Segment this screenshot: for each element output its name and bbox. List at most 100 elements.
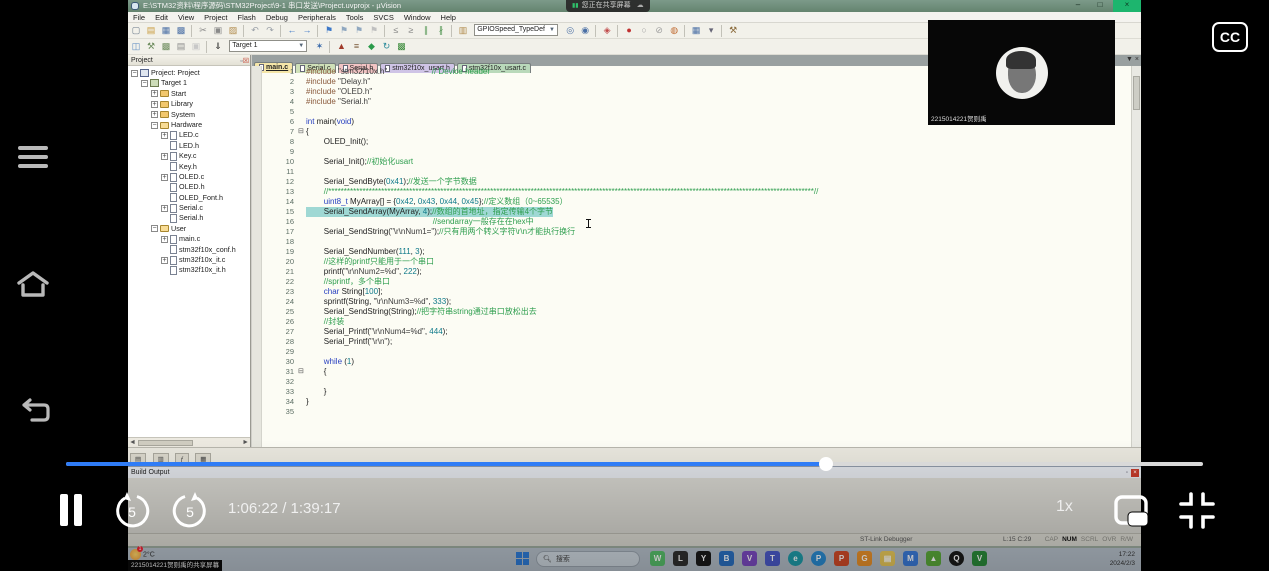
- breakpoint-kill-icon[interactable]: ⊘: [652, 24, 666, 37]
- code-line-30[interactable]: 30 while (1): [252, 357, 1131, 367]
- expander-icon[interactable]: +: [151, 101, 158, 108]
- project-hscrollbar[interactable]: ◄ ►: [128, 437, 250, 447]
- configure-wrench-icon[interactable]: ⚒: [726, 24, 740, 37]
- save-all-icon[interactable]: ▩: [174, 24, 188, 37]
- sharing-banner[interactable]: ▮▮您正在共享屏幕☁: [566, 0, 650, 12]
- tree-item-target-1[interactable]: −Target 1: [128, 78, 250, 88]
- app-y-icon[interactable]: Y: [696, 551, 711, 566]
- tree-item-user[interactable]: −User: [128, 224, 250, 234]
- cc-button[interactable]: CC: [1212, 22, 1248, 52]
- code-line-34[interactable]: 34}: [252, 397, 1131, 407]
- symbol-dropdown[interactable]: GPIOSpeed_TypeDef▼: [474, 24, 558, 36]
- bookmark-prev-icon[interactable]: ⚑: [337, 24, 351, 37]
- back-icon[interactable]: [20, 396, 52, 424]
- code-line-18[interactable]: 18: [252, 237, 1131, 247]
- translate-icon[interactable]: ◫: [129, 40, 143, 53]
- code-line-32[interactable]: 32: [252, 377, 1131, 387]
- expander-icon[interactable]: −: [151, 225, 158, 232]
- start-button[interactable]: [516, 552, 530, 566]
- build-output-header[interactable]: Build Output ▫×: [128, 466, 1141, 478]
- editor-vscrollbar[interactable]: [1131, 66, 1141, 447]
- options-wand-icon[interactable]: ✶: [312, 40, 326, 53]
- wps-icon[interactable]: M: [903, 551, 918, 566]
- powerpoint-icon[interactable]: P: [834, 551, 849, 566]
- code-line-35[interactable]: 35: [252, 407, 1131, 417]
- tree-item-led-c[interactable]: +LED.c: [128, 130, 250, 140]
- code-line-26[interactable]: 26 //封装: [252, 317, 1131, 327]
- tree-item-start[interactable]: +Start: [128, 89, 250, 99]
- scroll-right-icon[interactable]: ►: [242, 439, 249, 446]
- fold-icon[interactable]: ⊟: [298, 367, 306, 376]
- code-line-33[interactable]: 33 }: [252, 387, 1131, 397]
- flash-icon[interactable]: ▲: [334, 40, 348, 53]
- seek-handle[interactable]: [819, 457, 833, 471]
- new-file-icon[interactable]: ▢: [129, 24, 143, 37]
- tree-item-library[interactable]: +Library: [128, 99, 250, 109]
- phone-icon[interactable]: P: [811, 551, 826, 566]
- code-line-13[interactable]: 13 //***********************************…: [252, 187, 1131, 197]
- indent-right-icon[interactable]: ≥: [404, 24, 418, 37]
- code-line-14[interactable]: 14 uint8_t MyArray[] = {0x42, 0x43, 0x44…: [252, 197, 1131, 207]
- expander-icon[interactable]: −: [141, 80, 148, 87]
- pin-icon[interactable]: ▫: [1123, 469, 1131, 477]
- tree-item-main-c[interactable]: +main.c: [128, 234, 250, 244]
- code-line-7[interactable]: 7⊟{: [252, 127, 1131, 137]
- open-icon[interactable]: ▤: [144, 24, 158, 37]
- webcam-overlay[interactable]: 2215014221贺则禹: [928, 20, 1115, 125]
- menu-window[interactable]: Window: [399, 12, 436, 23]
- paste-icon[interactable]: ▨: [226, 24, 240, 37]
- fold-icon[interactable]: ⊟: [298, 127, 306, 136]
- uncomment-icon[interactable]: ∦: [434, 24, 448, 37]
- code-line-23[interactable]: 23 char String[100];: [252, 287, 1131, 297]
- code-line-31[interactable]: 31⊟ {: [252, 367, 1131, 377]
- exit-fullscreen-button[interactable]: [1178, 492, 1216, 530]
- taskbar-clock[interactable]: 17:22 2024/2/3: [1110, 550, 1135, 568]
- close-panel-icon[interactable]: ×: [1131, 469, 1139, 477]
- menu-peripherals[interactable]: Peripherals: [293, 12, 341, 23]
- seek-bar[interactable]: [66, 462, 1203, 466]
- tree-item-oled-font-h[interactable]: −OLED_Font.h: [128, 193, 250, 203]
- code-line-17[interactable]: 17 Serial_SendString("\r\nNum1=");//只有用两…: [252, 227, 1131, 237]
- bookmark-clear-icon[interactable]: ⚑: [367, 24, 381, 37]
- menu-tools[interactable]: Tools: [341, 12, 369, 23]
- redo-icon[interactable]: ↷: [263, 24, 277, 37]
- code-line-12[interactable]: 12 Serial_SendByte(0x41);//发送一个字节数据: [252, 177, 1131, 187]
- edge-icon[interactable]: e: [788, 551, 803, 566]
- scroll-left-icon[interactable]: ◄: [129, 439, 136, 446]
- teams-icon[interactable]: T: [765, 551, 780, 566]
- tree-item-stm32f10x-conf-h[interactable]: −stm32f10x_conf.h: [128, 245, 250, 255]
- cut-icon[interactable]: ✂: [196, 24, 210, 37]
- code-line-20[interactable]: 20 //这样的printf只能用于一个串口: [252, 257, 1131, 267]
- code-line-24[interactable]: 24 sprintf(String, "\r\nNum3=%d", 333);: [252, 297, 1131, 307]
- pack-icon[interactable]: ≡: [349, 40, 363, 53]
- expander-icon[interactable]: +: [151, 90, 158, 97]
- qq-icon[interactable]: Q: [949, 551, 964, 566]
- breakpoint-enable-icon[interactable]: ◍: [667, 24, 681, 37]
- menu-file[interactable]: File: [128, 12, 150, 23]
- wechat-icon[interactable]: W: [650, 551, 665, 566]
- tree-item-serial-c[interactable]: +Serial.c: [128, 203, 250, 213]
- keil-icon[interactable]: V: [972, 551, 987, 566]
- code-line-19[interactable]: 19 Serial_SendNumber(111, 3);: [252, 247, 1131, 257]
- tree-item-project-project[interactable]: −Project: Project: [128, 68, 250, 78]
- tree-item-serial-h[interactable]: −Serial.h: [128, 213, 250, 223]
- comment-icon[interactable]: ∥: [419, 24, 433, 37]
- tab-close-icon[interactable]: ×: [1135, 56, 1139, 63]
- undo-icon[interactable]: ↶: [248, 24, 262, 37]
- rebuild-icon[interactable]: ▩: [159, 40, 173, 53]
- home-icon[interactable]: [14, 268, 52, 300]
- copy-icon[interactable]: ▣: [211, 24, 225, 37]
- rewind-5-button[interactable]: 5: [112, 491, 152, 531]
- folder-icon[interactable]: ▤: [880, 551, 895, 566]
- expander-icon[interactable]: −: [131, 70, 138, 77]
- maximize-button[interactable]: □: [1094, 0, 1106, 11]
- tree-item-oled-c[interactable]: +OLED.c: [128, 172, 250, 182]
- menu-project[interactable]: Project: [199, 12, 232, 23]
- find-next-icon[interactable]: ◎: [563, 24, 577, 37]
- menu-debug[interactable]: Debug: [261, 12, 293, 23]
- playback-speed-button[interactable]: 1x: [1056, 498, 1073, 516]
- save-icon[interactable]: ▦: [159, 24, 173, 37]
- code-line-25[interactable]: 25 Serial_SendString(String);//把字符串strin…: [252, 307, 1131, 317]
- notebook-icon[interactable]: L: [673, 551, 688, 566]
- expander-icon[interactable]: +: [161, 205, 168, 212]
